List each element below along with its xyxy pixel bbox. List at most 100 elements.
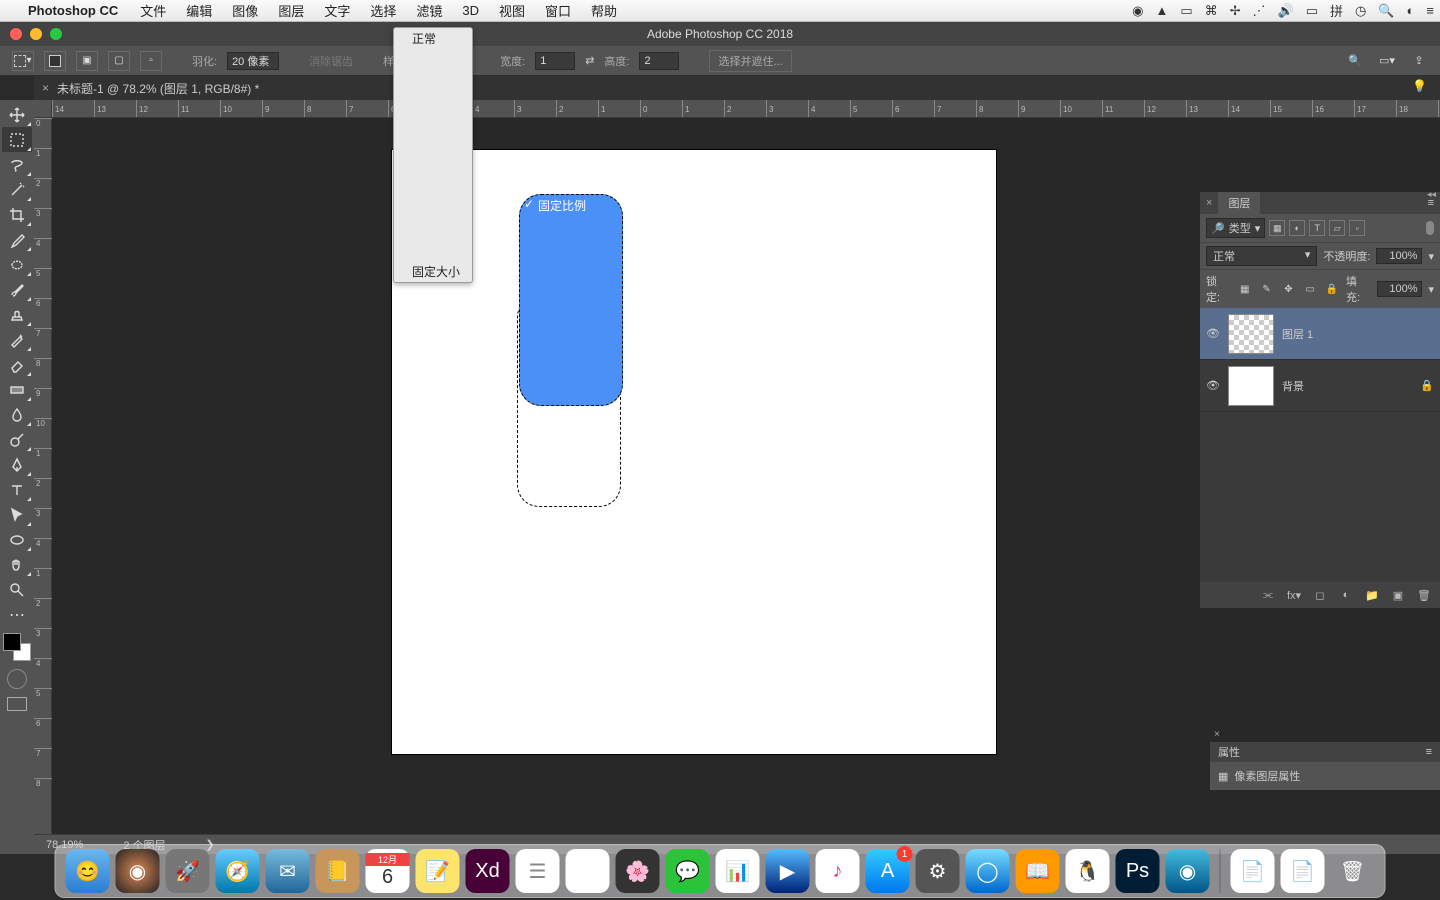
filter-shape-icon[interactable]: ▱ <box>1329 220 1345 236</box>
opacity-arrow-icon[interactable]: ▾ <box>1428 250 1434 263</box>
lock-all-icon[interactable]: 🔒 <box>1324 281 1340 297</box>
lock-image-icon[interactable]: ✎ <box>1259 281 1275 297</box>
crop-tool[interactable] <box>2 202 32 227</box>
close-panel-icon[interactable]: × <box>1214 729 1220 740</box>
dock-appstore[interactable]: A1 <box>866 849 910 893</box>
patch-tool[interactable] <box>2 252 32 277</box>
foreground-color[interactable] <box>3 633 21 651</box>
dock-settings[interactable]: ⚙ <box>916 849 960 893</box>
screen-mode-button[interactable] <box>7 697 27 711</box>
dock-maps[interactable]: 🗺 <box>566 849 610 893</box>
lock-transparency-icon[interactable]: ▦ <box>1237 281 1253 297</box>
menu-file[interactable]: 文件 <box>130 1 176 20</box>
layer-row[interactable]: 👁 背景 🔒 <box>1200 360 1440 412</box>
menu-window[interactable]: 窗口 <box>535 1 581 20</box>
app-menu[interactable]: Photoshop CC <box>28 3 130 18</box>
zoom-tool[interactable] <box>2 577 32 602</box>
hand-tool[interactable] <box>2 552 32 577</box>
feather-input[interactable] <box>227 52 279 70</box>
dock-qqbrowser[interactable]: ◉ <box>1166 849 1210 893</box>
history-brush-tool[interactable] <box>2 327 32 352</box>
menu-view[interactable]: 视图 <box>489 1 535 20</box>
volume-icon[interactable]: 🔊 <box>1278 3 1294 19</box>
layer-row[interactable]: 👁 图层 1 <box>1200 308 1440 360</box>
dock-photoshop[interactable]: Ps <box>1116 849 1160 893</box>
subtract-selection-button[interactable]: ▢ <box>108 51 130 71</box>
dock-keynote[interactable]: ▶ <box>766 849 810 893</box>
dock-qq[interactable]: 🐧 <box>1066 849 1110 893</box>
tips-icon[interactable]: 💡 <box>1412 79 1430 97</box>
intersect-selection-button[interactable]: ▫ <box>140 51 162 71</box>
brush-tool[interactable] <box>2 277 32 302</box>
document-tab[interactable]: 未标题-1 @ 78.2% (图层 1, RGB/8#) * <box>57 80 259 97</box>
new-selection-button[interactable] <box>44 51 66 71</box>
new-layer-icon[interactable]: ▣ <box>1390 587 1406 603</box>
close-tab-icon[interactable]: × <box>34 81 57 95</box>
dock-trash[interactable]: 🗑 <box>1331 849 1375 893</box>
layer-fx-icon[interactable]: fx▾ <box>1286 587 1302 603</box>
type-tool[interactable] <box>2 477 32 502</box>
menu-select[interactable]: 选择 <box>360 1 406 20</box>
layers-tab[interactable]: 图层 <box>1218 192 1260 214</box>
screen-icon[interactable]: ▭ <box>1180 3 1192 19</box>
cloud-icon[interactable]: ⌘ <box>1205 3 1218 19</box>
menu-layer[interactable]: 图层 <box>268 1 314 20</box>
blur-tool[interactable] <box>2 402 32 427</box>
blend-mode-select[interactable]: 正常▾ <box>1206 246 1317 266</box>
filter-adjust-icon[interactable]: ◐ <box>1289 220 1305 236</box>
clone-stamp-tool[interactable] <box>2 302 32 327</box>
gradient-tool[interactable] <box>2 377 32 402</box>
width-input[interactable] <box>535 52 575 70</box>
hamburger-icon[interactable]: ≡ <box>1426 3 1434 18</box>
keyboard-icon[interactable]: ✢ <box>1230 3 1241 19</box>
menu-filter[interactable]: 滤镜 <box>406 1 452 20</box>
horizontal-ruler[interactable]: 1413121110987654321012345678910111213141… <box>52 100 1440 118</box>
dock-finder[interactable]: 😊 <box>66 849 110 893</box>
style-option-normal[interactable]: 正常 <box>394 28 472 49</box>
layer-name[interactable]: 背景 <box>1282 378 1304 394</box>
filter-type-select[interactable]: 🔎 类型 ▾ <box>1206 218 1265 238</box>
battery-icon[interactable]: ▭ <box>1306 3 1318 19</box>
layer-thumbnail[interactable] <box>1228 314 1274 354</box>
search-icon[interactable]: 🔍 <box>1346 52 1364 70</box>
close-panel-icon[interactable]: × <box>1200 197 1218 209</box>
menu-help[interactable]: 帮助 <box>581 1 627 20</box>
layer-mask-icon[interactable]: ◻ <box>1312 587 1328 603</box>
style-option-fixed-size[interactable]: 固定大小 <box>394 261 472 282</box>
edit-toolbar-button[interactable]: ⋯ <box>2 602 32 627</box>
filter-type-icon[interactable]: T <box>1309 220 1325 236</box>
select-and-mask-button[interactable]: 选择并遮住... <box>709 50 791 72</box>
link-layers-icon[interactable]: ⫘ <box>1260 587 1276 603</box>
layer-name[interactable]: 图层 1 <box>1282 326 1313 342</box>
dock-ibooks[interactable]: 📖 <box>1016 849 1060 893</box>
eyedropper-tool[interactable] <box>2 227 32 252</box>
lock-artboard-icon[interactable]: ▭ <box>1302 281 1318 297</box>
visibility-icon[interactable]: 👁 <box>1206 327 1220 340</box>
spotlight-icon[interactable]: 🔍 <box>1378 3 1394 19</box>
dock-safari[interactable]: 🧭 <box>216 849 260 893</box>
layer-thumbnail[interactable] <box>1228 366 1274 406</box>
visibility-icon[interactable]: 👁 <box>1206 379 1220 392</box>
canvas[interactable] <box>392 150 996 754</box>
notification-icon[interactable]: ▲ <box>1155 3 1168 18</box>
dock-photos[interactable]: 🌸 <box>616 849 660 893</box>
filter-smart-icon[interactable]: ▫ <box>1349 220 1365 236</box>
tool-preset-button[interactable]: ▾ <box>12 51 34 71</box>
dock-reminders[interactable]: ☰ <box>516 849 560 893</box>
lasso-tool[interactable] <box>2 152 32 177</box>
share-icon[interactable]: ⇪ <box>1410 52 1428 70</box>
workspace-icon[interactable]: ▭▾ <box>1378 52 1396 70</box>
dock-contacts[interactable]: 📒 <box>316 849 360 893</box>
adjustment-layer-icon[interactable]: ◐ <box>1338 587 1354 603</box>
antialias-checkbox[interactable]: 消除锯齿 <box>309 53 353 69</box>
properties-tab[interactable]: 属性 <box>1218 744 1240 760</box>
add-selection-button[interactable]: ▣ <box>76 51 98 71</box>
fill-arrow-icon[interactable]: ▾ <box>1428 283 1434 296</box>
shape-tool[interactable] <box>2 527 32 552</box>
menu-edit[interactable]: 编辑 <box>176 1 222 20</box>
vertical-ruler[interactable]: 012345678910123412345678 <box>34 118 52 854</box>
dock-xd[interactable]: Xd <box>466 849 510 893</box>
record-icon[interactable]: ◉ <box>1132 3 1143 19</box>
dock-app1[interactable]: ◯ <box>966 849 1010 893</box>
ruler-origin[interactable] <box>34 100 52 118</box>
